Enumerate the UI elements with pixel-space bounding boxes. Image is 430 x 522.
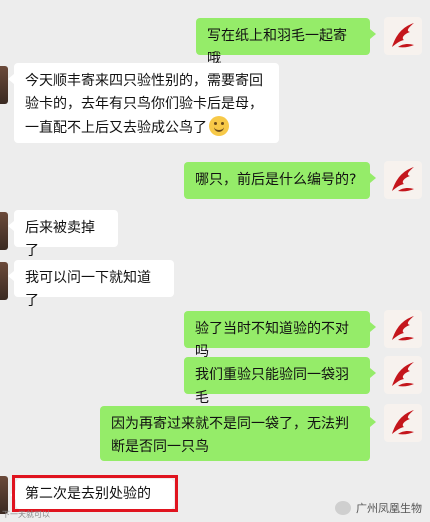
avatar[interactable] (0, 262, 8, 300)
phoenix-logo-icon (392, 410, 414, 435)
avatar[interactable] (0, 212, 8, 250)
message-bubble-incoming[interactable]: 今天顺丰寄来四只验性别的，需要寄回验卡的，去年有只鸟你们验卡后是母，一直配不上后… (8, 63, 279, 143)
smile-emoji-icon (209, 116, 229, 136)
phoenix-logo-icon (392, 316, 414, 341)
avatar[interactable] (384, 356, 422, 394)
phoenix-logo-icon (392, 167, 414, 192)
corner-caption: 下一天就可以 (2, 510, 50, 519)
avatar[interactable] (384, 161, 422, 199)
message-text: 我可以问一下就知道了 (25, 270, 151, 309)
message-text: 写在纸上和羽毛一起寄哦 (207, 28, 347, 67)
avatar[interactable] (384, 310, 422, 348)
avatar[interactable] (384, 17, 422, 55)
message-text: 哪只，前后是什么编号的? (195, 172, 357, 188)
message-text: 因为再寄过来就不是同一袋了，无法判断是否同一只鸟 (111, 416, 349, 455)
avatar[interactable] (384, 404, 422, 442)
message-bubble-incoming[interactable]: 后来被卖掉了 (8, 210, 118, 259)
message-bubble-outgoing[interactable]: 因为再寄过来就不是同一袋了，无法判断是否同一只鸟 (100, 406, 376, 461)
message-bubble-outgoing[interactable]: 我们重验只能验同一袋羽毛 (184, 357, 376, 406)
message-text: 我们重验只能验同一袋羽毛 (195, 367, 349, 406)
message-text: 后来被卖掉了 (25, 220, 95, 259)
avatar[interactable] (0, 66, 8, 104)
message-text: 验了当时不知道验的不对吗 (195, 321, 349, 360)
message-bubble-incoming[interactable]: 我可以问一下就知道了 (8, 260, 174, 309)
highlight-box (12, 475, 178, 512)
message-bubble-outgoing[interactable]: 验了当时不知道验的不对吗 (184, 311, 376, 360)
message-bubble-outgoing[interactable]: 写在纸上和羽毛一起寄哦 (196, 18, 376, 67)
phoenix-logo-icon (392, 362, 414, 387)
watermark-text: 广州凤凰生物 (356, 502, 422, 515)
wechat-official-account-icon (335, 501, 351, 515)
phoenix-logo-icon (392, 23, 414, 48)
message-bubble-outgoing[interactable]: 哪只，前后是什么编号的? (184, 162, 376, 199)
watermark: 广州凤凰生物 (335, 500, 422, 516)
